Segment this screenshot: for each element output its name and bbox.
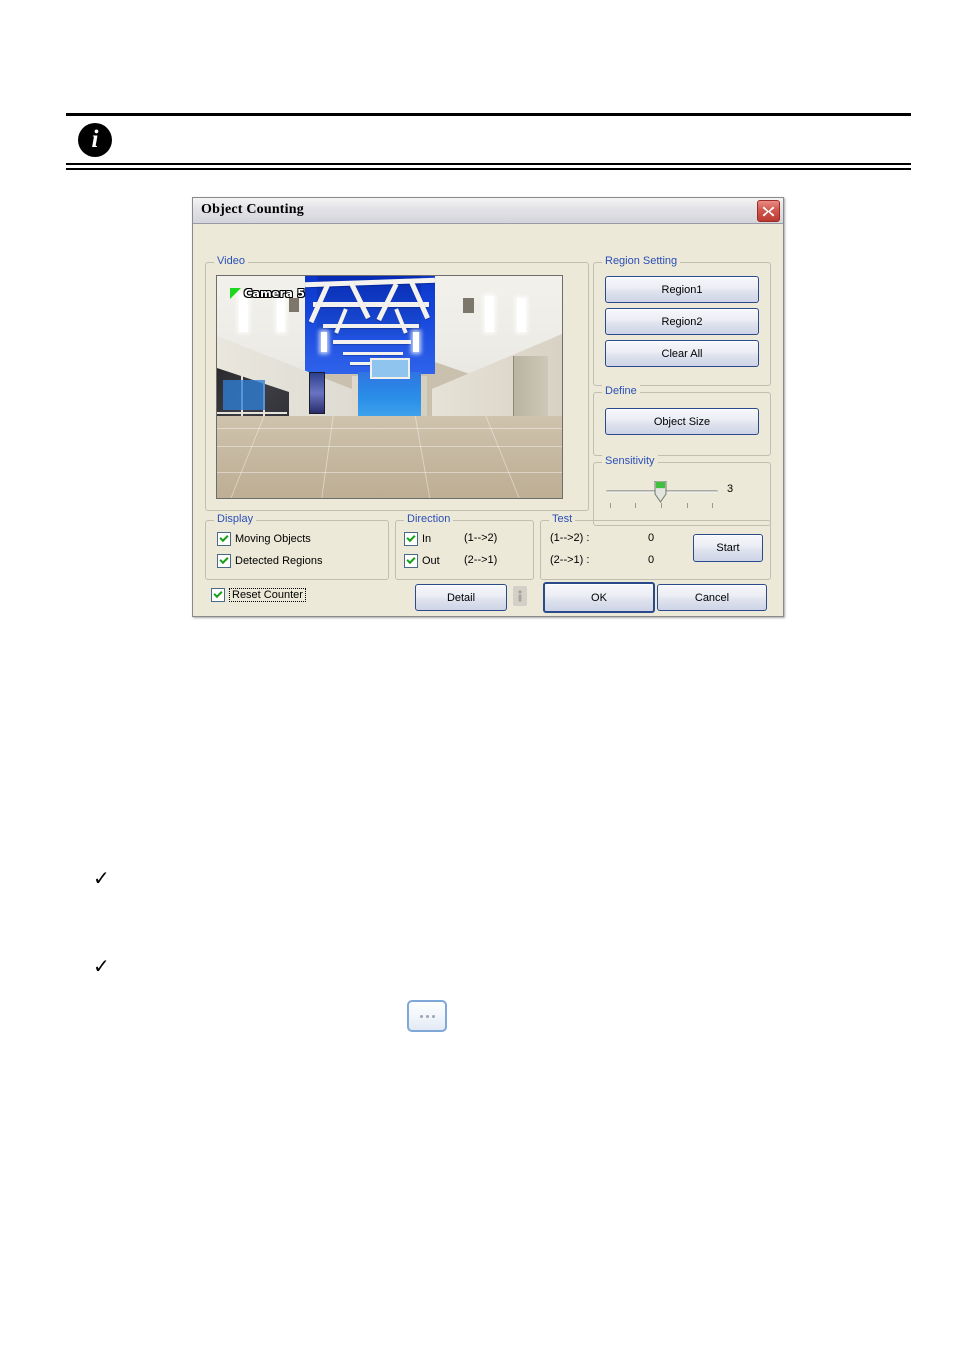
wall-speaker <box>289 298 299 312</box>
play-triangle-icon <box>230 288 241 299</box>
display-group: Display Moving Objects Detected Regions <box>205 513 389 580</box>
dialog-body: Video Camera 5 Region Setting Region1 Re… <box>193 224 783 615</box>
ellipsis-dot <box>431 1014 435 1018</box>
video-preview[interactable]: Camera 5 <box>216 275 563 499</box>
ellipsis-dot <box>425 1014 429 1018</box>
floor-tile-line <box>217 428 562 429</box>
object-counting-dialog: Object Counting Video Camera 5 Region Se… <box>192 197 784 617</box>
camera-overlay: Camera 5 <box>230 287 305 300</box>
wall-speaker <box>463 298 474 313</box>
clear-all-button[interactable]: Clear All <box>605 340 759 367</box>
test-group-label: Test <box>549 513 576 525</box>
skylight-strip <box>517 298 526 332</box>
ceiling-beam <box>333 340 411 344</box>
column <box>352 376 358 418</box>
checkbox-icon <box>217 532 231 546</box>
start-button[interactable]: Start <box>693 534 763 562</box>
checkbox-icon <box>211 588 225 602</box>
checkbox-icon <box>217 554 231 568</box>
skylight-strip <box>413 332 419 352</box>
header-rule-bottom-a <box>66 163 911 165</box>
define-group: Define Object Size <box>593 385 771 456</box>
ceiling-beam <box>313 302 429 307</box>
test-row-value: 0 <box>648 554 655 566</box>
direction-group-label: Direction <box>404 513 454 525</box>
sensitivity-value: 3 <box>727 483 734 495</box>
floor-tile-line <box>217 446 562 447</box>
checkbox-label: Detected Regions <box>235 555 323 567</box>
slider-tick <box>687 503 688 508</box>
cancel-button[interactable]: Cancel <box>657 584 767 611</box>
test-row-label: (2-->1) : <box>550 554 590 566</box>
slider-tick <box>712 503 713 508</box>
column <box>421 376 427 418</box>
checkbox-icon <box>404 554 418 568</box>
sensitivity-slider[interactable] <box>606 480 718 511</box>
direction-group: Direction In (1-->2) Out (2-->1) <box>395 513 534 580</box>
bullet-check-icon: ✓ <box>93 954 110 978</box>
direction-out-arrow: (2-->1) <box>464 554 498 566</box>
checkbox-reset-counter[interactable]: Reset Counter <box>211 588 306 602</box>
ellipsis-dot <box>419 1014 423 1018</box>
info-icon <box>513 586 527 606</box>
page-header-band: i <box>66 113 911 170</box>
video-group-label: Video <box>214 255 248 267</box>
dialog-titlebar[interactable]: Object Counting <box>193 198 783 224</box>
window-mullion <box>217 412 287 414</box>
test-row-value: 0 <box>648 532 655 544</box>
region-setting-group: Region Setting Region1 Region2 Clear All <box>593 255 771 386</box>
window-reflection <box>223 380 265 410</box>
region1-button[interactable]: Region1 <box>605 276 759 303</box>
slider-tick <box>610 503 611 508</box>
dialog-title: Object Counting <box>201 202 304 217</box>
skylight-strip <box>277 298 285 332</box>
info-badge-icon: i <box>78 123 112 157</box>
object-size-button[interactable]: Object Size <box>605 408 759 435</box>
close-icon[interactable] <box>757 200 780 222</box>
wall-artwork <box>309 372 325 414</box>
skylight-strip <box>321 332 327 352</box>
video-group: Video Camera 5 <box>205 255 589 511</box>
region-setting-group-label: Region Setting <box>602 255 681 267</box>
define-group-label: Define <box>602 385 640 397</box>
detail-button[interactable]: Detail <box>415 584 507 611</box>
test-group: Test (1-->2) : 0 (2-->1) : 0 Start <box>540 513 771 580</box>
ellipsis-button[interactable] <box>407 1000 447 1032</box>
camera-label: Camera 5 <box>244 287 306 300</box>
display-group-label: Display <box>214 513 257 525</box>
checkbox-label: Reset Counter <box>229 588 306 602</box>
checkbox-detected-regions[interactable]: Detected Regions <box>217 554 322 568</box>
corridor-end-wall <box>358 372 421 420</box>
test-row-label: (1-->2) : <box>550 532 590 544</box>
checkbox-label: Out <box>422 555 440 567</box>
ok-button[interactable]: OK <box>543 582 655 613</box>
checkbox-label: Moving Objects <box>235 533 311 545</box>
checkbox-direction-in[interactable]: In <box>404 532 431 546</box>
header-rule-top <box>66 113 911 116</box>
corridor-end-window <box>370 358 410 379</box>
slider-tick <box>635 503 636 508</box>
sensitivity-group-label: Sensitivity <box>602 455 658 467</box>
region2-button[interactable]: Region2 <box>605 308 759 335</box>
direction-in-arrow: (1-->2) <box>464 532 498 544</box>
checkbox-icon <box>404 532 418 546</box>
slider-tick <box>661 503 662 508</box>
checkbox-label: In <box>422 533 432 545</box>
header-rule-bottom-b <box>66 168 911 170</box>
slider-thumb[interactable] <box>654 480 667 503</box>
checkbox-direction-out[interactable]: Out <box>404 554 440 568</box>
ceiling-beam <box>343 352 403 355</box>
skylight-strip <box>485 296 494 332</box>
floor-tile-line <box>217 472 562 473</box>
bullet-check-icon: ✓ <box>93 866 110 890</box>
sensitivity-group: Sensitivity 3 <box>593 455 771 526</box>
checkbox-moving-objects[interactable]: Moving Objects <box>217 532 311 546</box>
